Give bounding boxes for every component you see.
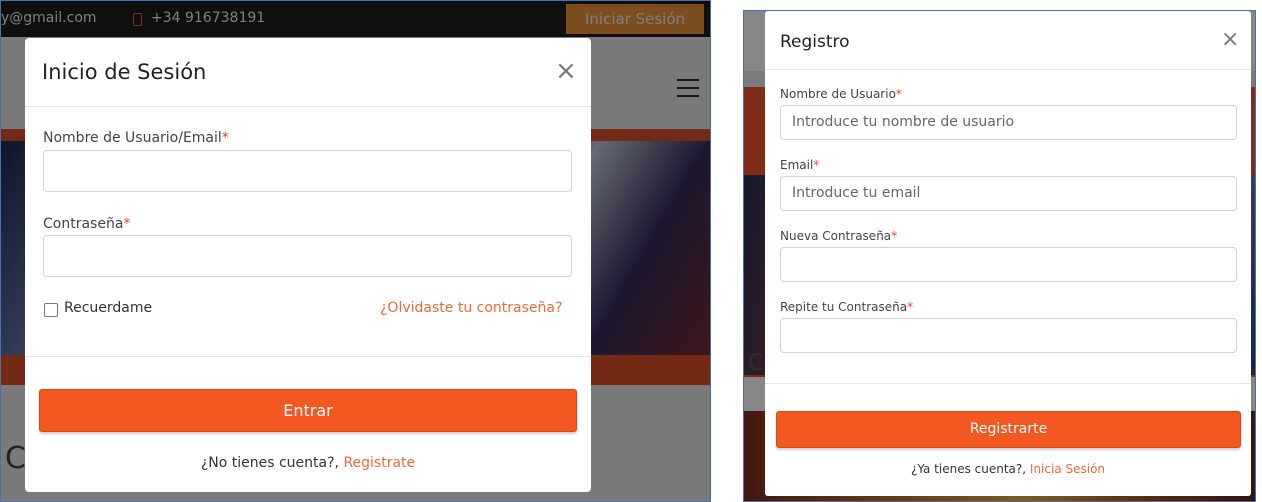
modal-footer: ¿Ya tienes cuenta?, Inicia Sesión <box>765 462 1251 476</box>
password-input[interactable] <box>43 235 572 277</box>
username-label: Nombre de Usuario/Email* <box>43 130 229 146</box>
register-link[interactable]: Registrate <box>343 455 415 471</box>
email-input[interactable]: Introduce tu email <box>780 176 1237 211</box>
remember-label[interactable]: Recuerdame <box>64 300 152 316</box>
email-label: Email* <box>780 158 820 172</box>
login-modal: Inicio de Sesión × Nombre de Usuario/Ema… <box>25 38 591 492</box>
close-icon[interactable]: × <box>1221 29 1239 51</box>
modal-footer: ¿No tienes cuenta?, Registrate <box>25 455 591 471</box>
login-link[interactable]: Inicia Sesión <box>1030 462 1105 476</box>
close-icon[interactable]: × <box>555 58 577 84</box>
register-submit-button[interactable]: Registrarte <box>776 411 1241 448</box>
login-screenshot-panel: y@gmail.com +34 916738191 Iniciar Sesión… <box>0 0 711 502</box>
password-label: Contraseña* <box>43 216 131 232</box>
repeat-password-label: Repite tu Contraseña* <box>780 300 914 314</box>
new-password-label: Nueva Contraseña* <box>780 229 898 243</box>
login-submit-button[interactable]: Entrar <box>39 389 577 432</box>
forgot-password-link[interactable]: ¿Olvidaste tu contraseña? <box>380 300 562 316</box>
username-input[interactable]: Introduce tu nombre de usuario <box>780 105 1237 140</box>
modal-title: Inicio de Sesión <box>42 60 207 84</box>
register-screenshot-panel: C Registro × Nombre de Usuario* Introduc… <box>743 10 1256 502</box>
modal-divider <box>765 383 1251 384</box>
username-label: Nombre de Usuario* <box>780 87 902 101</box>
new-password-input[interactable] <box>780 247 1237 282</box>
modal-header: Registro × <box>765 11 1251 70</box>
footer-text: ¿Ya tienes cuenta?, <box>910 462 1030 476</box>
username-input[interactable] <box>43 150 572 192</box>
repeat-password-input[interactable] <box>780 318 1237 353</box>
modal-header: Inicio de Sesión × <box>25 38 591 107</box>
modal-divider <box>25 356 591 357</box>
remember-checkbox[interactable] <box>44 303 58 317</box>
footer-text: ¿No tienes cuenta?, <box>200 455 344 471</box>
register-modal: Registro × Nombre de Usuario* Introduce … <box>765 11 1251 496</box>
modal-title: Registro <box>780 32 850 52</box>
